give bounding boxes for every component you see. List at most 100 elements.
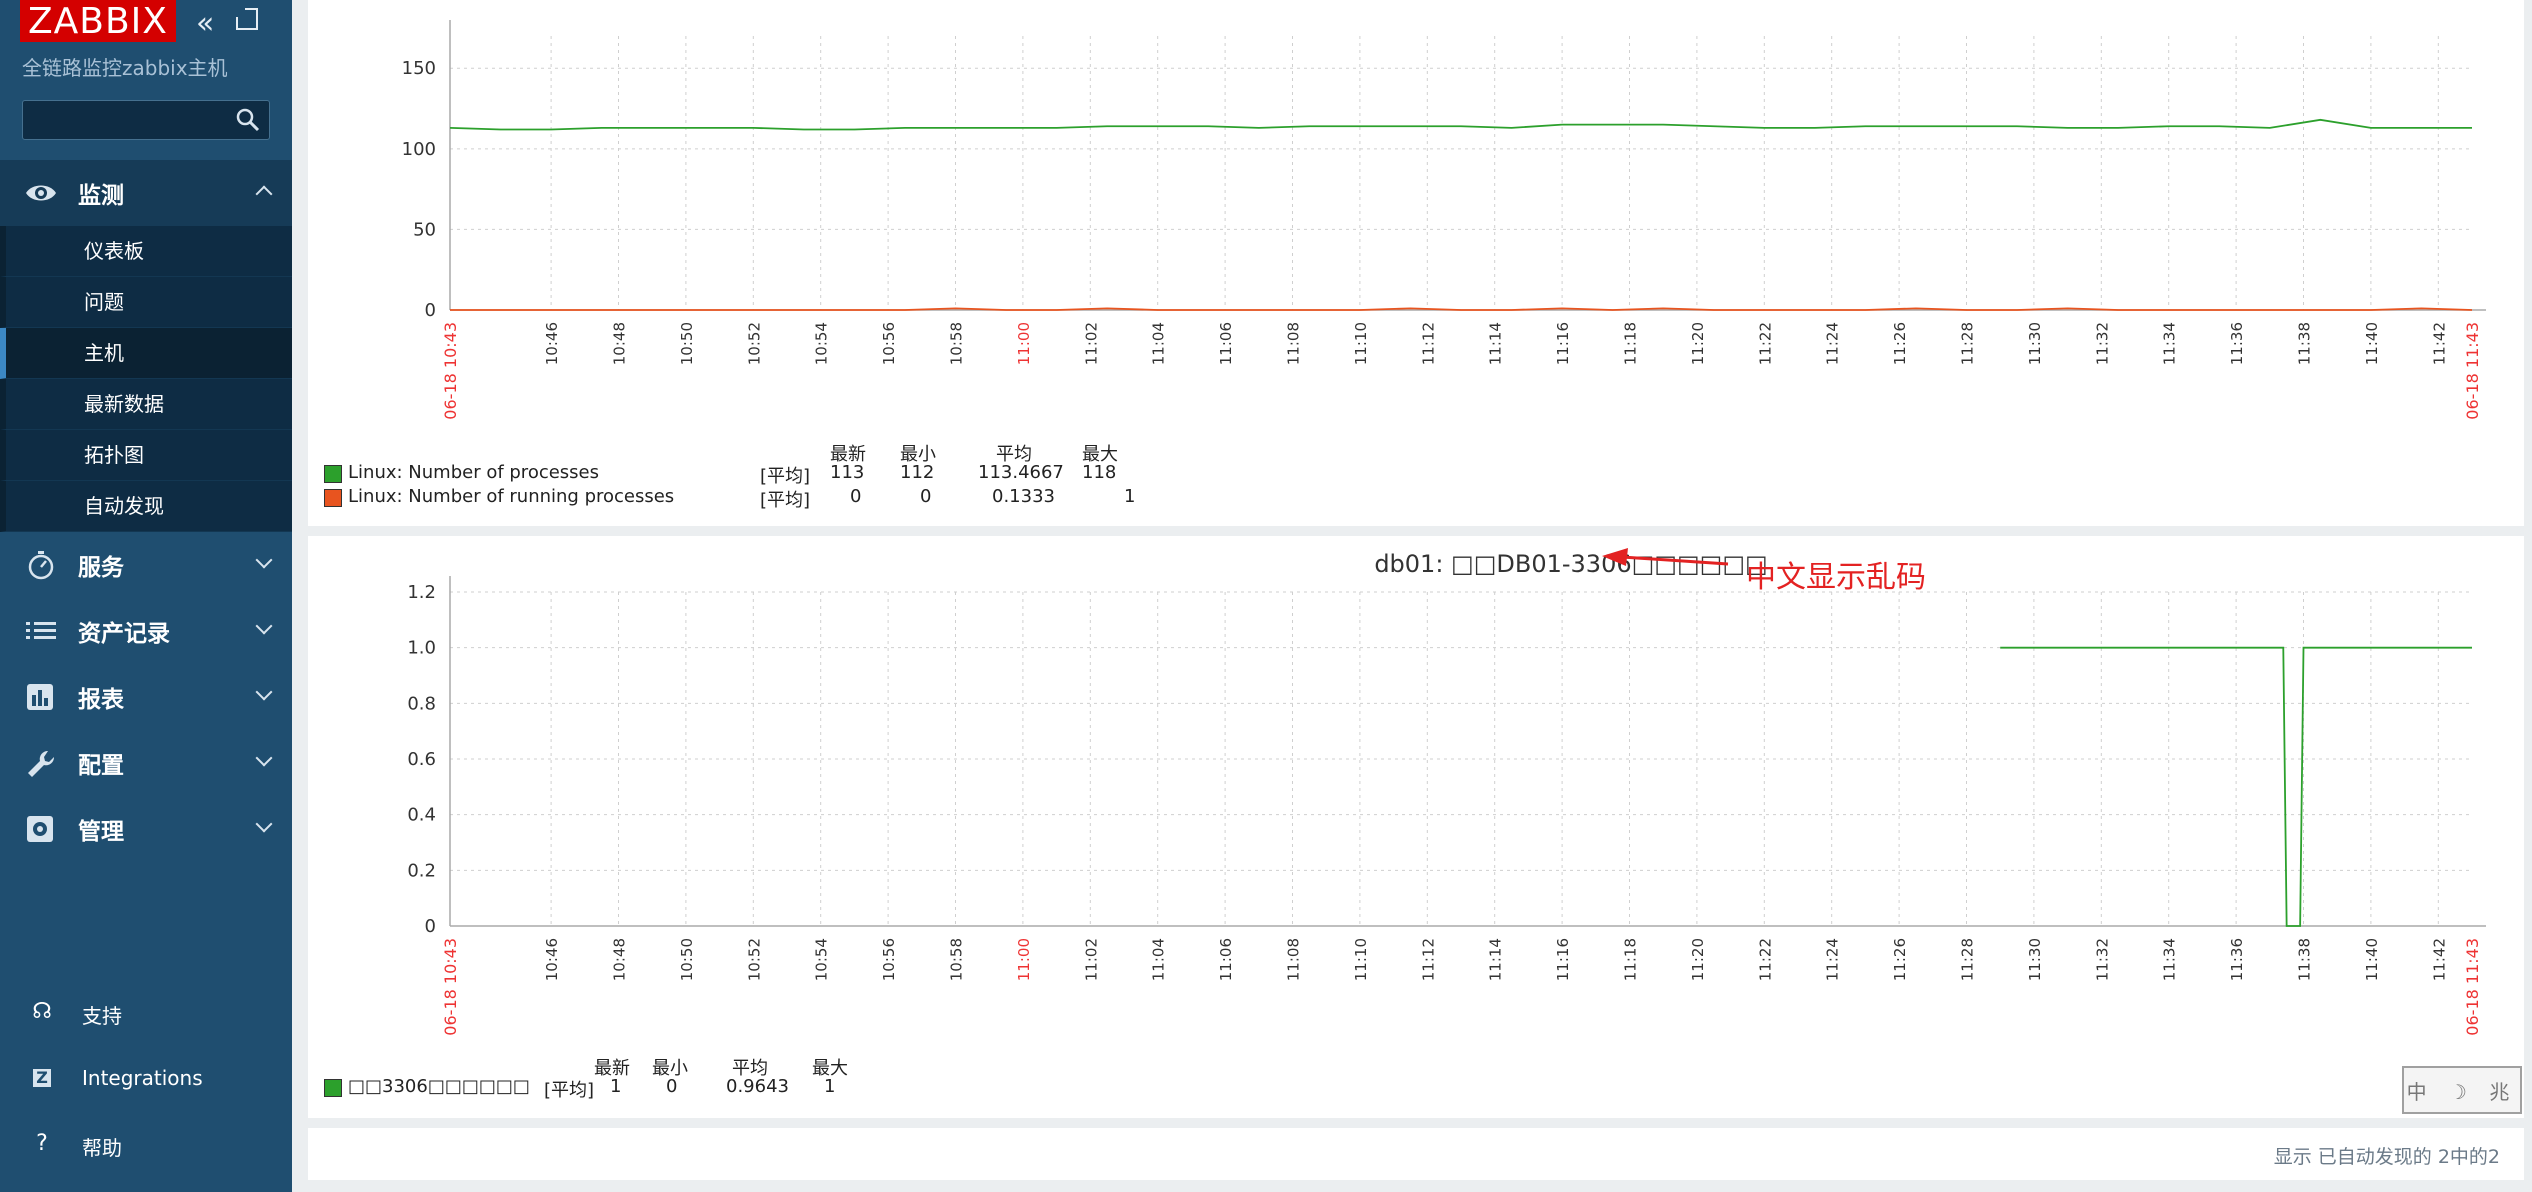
menu-label: 管理 [78,819,124,845]
menu-item-support[interactable]: ☊ 支持 [0,980,292,1046]
legend-avg: 0.1333 [992,486,1055,507]
search-icon[interactable] [235,107,261,133]
chevron-down-icon [255,815,273,833]
x-tick-label: 11:18 [1622,322,1640,365]
legend-series-name: □□3306□□□□□□ [348,1076,530,1097]
legend-min: 112 [900,462,935,483]
y-tick-label: 1.0 [407,638,436,659]
legend-min: 0 [920,486,932,507]
kiosk-mode-icon[interactable] [236,8,258,30]
x-tick-label: 11:12 [1419,322,1437,365]
menu-item-administration[interactable]: 管理 [0,796,292,862]
menu-item-monitoring[interactable]: 监测 [0,160,292,226]
pagination-summary: 显示 已自动发现的 2中的2 [2273,1146,2500,1168]
x-tick-label: 10:58 [948,938,966,981]
x-tick-label: 11:28 [1959,322,1977,365]
graph-panel-mysql: db01: □□DB01-3306□□□□□□ 0 0.2 0.4 0.6 0.8 1.0 1… [308,536,2524,1118]
x-tick-label: 11:08 [1285,938,1303,981]
legend-min: 0 [666,1076,678,1097]
legend-last: 113 [830,462,865,483]
server-name: 全链路监控zabbix主机 [22,56,228,80]
legend-last: 1 [610,1076,622,1097]
x-tick-label: 11:06 [1217,322,1235,365]
search-input[interactable] [22,100,270,140]
x-tick-label: 11:10 [1352,322,1370,365]
submenu-item-dashboard[interactable]: 仪表板 [0,226,292,277]
chevron-down-icon [255,617,273,635]
ime-indicator[interactable]: 中 ☽ 兆 [2402,1066,2522,1114]
submenu-item-problems[interactable]: 问题 [0,277,292,328]
submenu-item-maps[interactable]: 拓扑图 [0,430,292,481]
submenu-item-discovery[interactable]: 自动发现 [0,481,292,532]
menu-label: 监测 [78,183,124,209]
submenu-item-hosts[interactable]: 主机 [0,328,292,379]
legend-swatch [324,1079,342,1097]
legend-swatch [324,489,342,507]
x-tick-label: 11:18 [1622,938,1640,981]
zabbix-logo[interactable]: ZABBIX [20,0,176,42]
menu-label: 报表 [78,687,124,713]
x-tick-label: 11:28 [1959,938,1977,981]
chevron-down-icon [255,551,273,569]
list-icon [26,622,56,639]
y-tick-label: 150 [402,58,436,79]
y-tick-label: 0.2 [407,860,436,881]
x-tick-label: 11:00 [1015,322,1033,365]
x-tick-label: 11:24 [1824,938,1842,981]
menu-item-help[interactable]: ? 帮助 [0,1112,292,1178]
x-tick-label: 10:48 [611,322,629,365]
x-tick-label: 11:38 [2296,938,2314,981]
legend-series-name: Linux: Number of processes [348,462,600,483]
wrench-icon [28,750,55,777]
x-tick-label: 11:08 [1285,322,1303,365]
x-tick-label: 10:46 [543,938,561,981]
menu-label: Integrations [82,1066,203,1090]
x-tick-label: 11:42 [2430,322,2448,365]
x-tick-label: 11:26 [1891,322,1909,365]
x-tick-label: 10:56 [880,322,898,365]
x-tick-label: 11:14 [1487,322,1505,365]
legend-max: 1 [824,1076,836,1097]
processes-graph[interactable]: 0 50 100 150 10:46 10:48 10:50 10:52 10:54 10:56 1… [308,0,2524,440]
y-tick-label: 0.8 [407,693,436,714]
y-tick-label: 0.6 [407,749,436,770]
y-tick-label: 50 [413,219,436,240]
x-tick-label: 10:50 [678,938,696,981]
x-tick-label: 11:12 [1419,938,1437,981]
x-tick-label: 11:22 [1756,938,1774,981]
page-footer: 显示 已自动发现的 2中的2 [308,1128,2524,1180]
x-tick-label: 11:40 [2363,322,2381,365]
menu-item-reports[interactable]: 报表 [0,664,292,730]
menu-item-services[interactable]: 服务 [0,532,292,598]
x-tick-label: 10:56 [880,938,898,981]
x-tick-label: 11:38 [2296,322,2314,365]
menu-item-configuration[interactable]: 配置 [0,730,292,796]
menu-label: 支持 [82,1004,122,1028]
graph-legend: 最新 最小 平均 最大 □□3306□□□□□□ [平均] 1 0 0.9643… [324,1054,1224,1101]
y-tick-label: 0 [425,916,436,937]
x-tick-label: 11:30 [2026,322,2044,365]
annotation-label: 中文显示乱码 [1746,560,1926,595]
x-tick-label: 10:52 [745,322,763,365]
legend-unit: [平均] [544,1080,595,1101]
menu-label: 资产记录 [78,621,170,647]
submenu-item-latest-data[interactable]: 最新数据 [0,379,292,430]
x-tick-label: 10:58 [948,322,966,365]
legend-last: 0 [850,486,862,507]
x-tick-label: 11:16 [1554,938,1572,981]
menu-item-inventory[interactable]: 资产记录 [0,598,292,664]
x-start-label: 06-18 10:43 [441,322,460,420]
x-tick-label: 11:34 [2161,322,2179,365]
monitoring-submenu: 仪表板 问题 主机 最新数据 拓扑图 自动发现 [0,226,292,532]
mysql-status-graph[interactable]: db01: □□DB01-3306□□□□□□00.20.40.60.81.01… [308,536,2524,1046]
x-tick-label: 11:36 [2228,322,2246,365]
y-tick-label: 0 [425,300,436,321]
menu-item-integrations[interactable]: Z Integrations [0,1046,292,1112]
x-tick-label: 11:20 [1689,938,1707,981]
collapse-sidebar-icon[interactable]: « [196,6,214,41]
legend-avg: 113.4667 [978,462,1064,483]
x-tick-label: 11:32 [2093,938,2111,981]
x-tick-label: 11:04 [1150,322,1168,365]
series-line [2000,646,2472,927]
legend-max: 118 [1082,462,1117,483]
